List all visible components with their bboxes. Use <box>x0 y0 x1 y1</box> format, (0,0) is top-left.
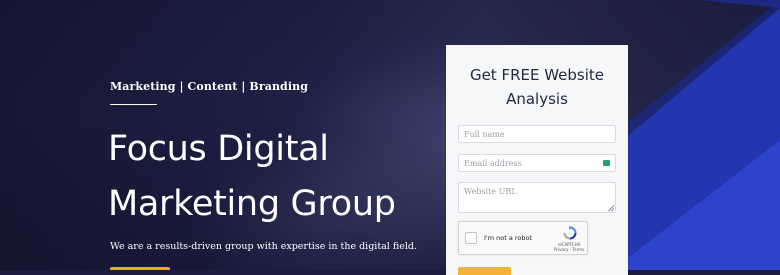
email-placeholder: Email address <box>464 159 522 168</box>
email-input[interactable]: Email address <box>458 154 616 172</box>
autofill-icon[interactable] <box>603 160 610 166</box>
hero-description: We are a results-driven group with exper… <box>110 241 417 252</box>
recaptcha-brand: reCAPTCHA Privacy - Terms <box>551 242 587 252</box>
analysis-form-card: Get FREE Website Analysis Full name Emai… <box>446 45 628 275</box>
hero-headline: Focus Digital Marketing Group <box>108 129 396 224</box>
recaptcha-logo-icon <box>563 226 577 240</box>
resize-handle-icon[interactable] <box>608 205 614 211</box>
submit-button[interactable] <box>458 267 511 275</box>
website-url-placeholder: Website URL <box>464 187 517 196</box>
website-url-textarea[interactable]: Website URL <box>458 182 616 213</box>
full-name-input[interactable]: Full name <box>458 125 616 143</box>
hero-tagline: Marketing | Content | Branding <box>110 80 309 93</box>
recaptcha-widget: I'm not a robot reCAPTCHA Privacy - Term… <box>458 221 588 255</box>
recaptcha-checkbox[interactable] <box>465 232 477 244</box>
recaptcha-label: I'm not a robot <box>484 234 533 242</box>
tagline-divider <box>110 104 157 105</box>
form-title: Get FREE Website Analysis <box>469 66 605 108</box>
full-name-placeholder: Full name <box>464 130 505 139</box>
recaptcha-links[interactable]: Privacy - Terms <box>551 247 587 252</box>
